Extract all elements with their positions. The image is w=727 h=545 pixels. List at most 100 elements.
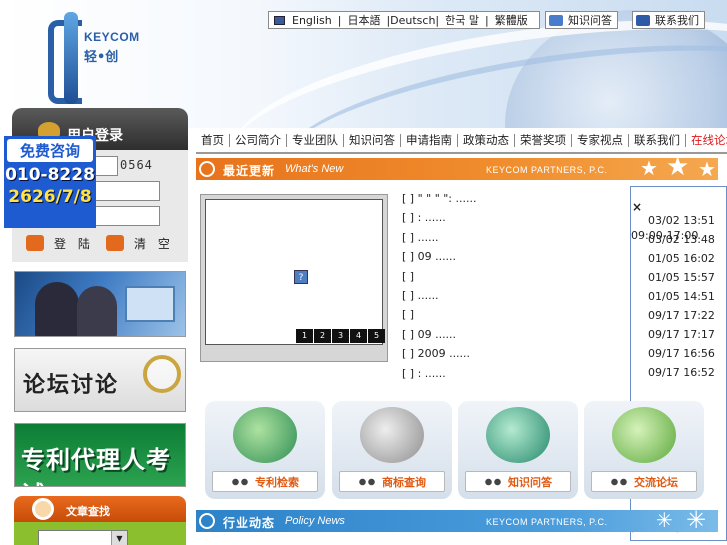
tile-qa-button[interactable]: 知识问答 <box>465 471 571 492</box>
chevron-down-icon: ▼ <box>111 531 127 545</box>
news-item[interactable]: [ ] " " " ": ...... <box>402 192 632 211</box>
lang-separator: | <box>485 13 489 27</box>
top-link-qa[interactable]: 知识问答 <box>545 11 618 29</box>
section-circle-icon <box>199 161 215 177</box>
exam-banner[interactable]: 专利代理人考试 <box>14 423 186 487</box>
phone-icon <box>360 407 424 463</box>
consult-title: 免费咨询 <box>7 139 93 162</box>
news-date: 01/05 16:02 <box>648 252 715 265</box>
contact-icon <box>636 14 650 26</box>
star-icon: ★ <box>640 156 658 180</box>
dots-icon <box>358 477 376 486</box>
article-search-title: 文章查找 <box>66 505 110 518</box>
tile-trademark-button[interactable]: 商标查询 <box>339 471 445 492</box>
tile-label: 专利检索 <box>255 475 299 489</box>
lang-traditional-chinese[interactable]: 繁體版 <box>492 12 531 28</box>
policy-news-subtitle: Policy News <box>285 515 345 527</box>
magnifier-icon <box>143 355 181 393</box>
star-icon: ★ <box>666 152 690 182</box>
news-item[interactable]: [ ] <box>402 270 632 289</box>
tile-trademark[interactable]: 商标查询 <box>332 401 452 499</box>
slider-page-5[interactable]: 5 <box>368 329 385 343</box>
dots-icon <box>231 477 249 486</box>
whats-new-header: 最近更新 What's New KEYCOM PARTNERS, P.C. ★ … <box>196 152 718 182</box>
login-button-label: 登 陆 <box>54 236 94 251</box>
broken-image-icon: ? <box>294 270 308 284</box>
article-search-header: 文章查找 <box>14 496 186 522</box>
firm-name: KEYCOM PARTNERS, P.C. <box>486 517 608 527</box>
key-icon <box>26 235 44 251</box>
tile-label: 交流论坛 <box>634 475 678 489</box>
tile-forum[interactable]: 交流论坛 <box>584 401 704 499</box>
news-date: 09/17 17:22 <box>648 309 715 322</box>
logo-brand-cn: 轻•创 <box>84 50 119 65</box>
news-item[interactable]: [ ] ...... <box>402 231 632 250</box>
news-date: 09/17 16:52 <box>648 366 715 379</box>
consult-phone-1: 010-8228 <box>5 165 95 185</box>
arrow-up-icon <box>106 235 124 251</box>
snowflake-icon: ✳ <box>656 508 673 532</box>
site-logo[interactable]: KEYCOM 轻•创 <box>48 12 140 104</box>
tile-forum-button[interactable]: 交流论坛 <box>591 471 697 492</box>
tile-label: 知识问答 <box>508 475 552 489</box>
main-nav: 首页 公司简介 专业团队 知识问答 申请指南 政策动态 荣誉奖项 专家视点 联系… <box>196 128 727 154</box>
star-icon: ★ <box>698 157 716 181</box>
news-image-slider[interactable]: ? 1 2 3 4 5 <box>200 194 388 362</box>
forum-banner[interactable]: 论坛讨论 <box>14 348 186 412</box>
consult-phone-2: 2626/7/8 <box>8 187 92 207</box>
logo-bar <box>64 12 78 104</box>
nav-team[interactable]: 专业团队 <box>286 133 343 147</box>
slider-page-2[interactable]: 2 <box>314 329 331 343</box>
news-date: 01/05 14:51 <box>648 290 715 303</box>
close-icon[interactable]: × <box>632 200 642 214</box>
lang-korean[interactable]: 한국 말 <box>442 12 482 28</box>
lang-english[interactable]: English <box>289 14 335 27</box>
news-item[interactable]: [ ] : ...... <box>402 367 632 386</box>
news-item[interactable]: [ ] 09 ...... <box>402 250 632 269</box>
slider-page-4[interactable]: 4 <box>350 329 367 343</box>
lang-japanese[interactable]: 日本語 <box>344 12 383 28</box>
screen-graphic <box>125 286 175 322</box>
top-link-contact[interactable]: 联系我们 <box>632 11 705 29</box>
person-graphic <box>35 282 79 336</box>
nav-home[interactable]: 首页 <box>196 133 229 147</box>
nav-honors[interactable]: 荣誉奖项 <box>514 133 571 147</box>
nav-qa[interactable]: 知识问答 <box>343 133 400 147</box>
login-button[interactable]: 登 陆 <box>26 232 94 254</box>
tile-qa[interactable]: 知识问答 <box>458 401 578 499</box>
joystick-icon <box>486 407 550 463</box>
nav-forum[interactable]: 在线论坛 <box>685 133 727 147</box>
nav-contact[interactable]: 联系我们 <box>628 133 685 147</box>
captcha-code: 0564 <box>120 158 153 172</box>
news-item[interactable]: [ ] <box>402 308 632 327</box>
slider-page-1[interactable]: 1 <box>296 329 313 343</box>
whats-new-subtitle: What's New <box>285 163 344 175</box>
nav-policy[interactable]: 政策动态 <box>457 133 514 147</box>
language-bar: English | 日本語 |Deutsch| 한국 말 | 繁體版 <box>268 11 540 29</box>
person-graphic-2 <box>77 286 117 336</box>
article-category-select[interactable]: ▼ <box>38 530 128 545</box>
tile-patent-search[interactable]: 专利检索 <box>205 401 325 499</box>
dots-icon <box>484 477 502 486</box>
slider-page-3[interactable]: 3 <box>332 329 349 343</box>
nav-about[interactable]: 公司简介 <box>229 133 286 147</box>
firm-name: KEYCOM PARTNERS, P.C. <box>486 165 608 175</box>
logo-brand: KEYCOM <box>84 30 140 44</box>
slider-image-frame: ? <box>205 199 383 345</box>
whats-new-title: 最近更新 <box>223 164 276 178</box>
tile-patent-search-button[interactable]: 专利检索 <box>212 471 318 492</box>
news-date: 01/05 15:57 <box>648 271 715 284</box>
lang-german[interactable]: |Deutsch| <box>383 14 442 27</box>
news-item[interactable]: [ ] 2009 ...... <box>402 347 632 366</box>
policy-news-header: 行业动态 Policy News KEYCOM PARTNERS, P.C. ✳… <box>196 506 718 534</box>
nav-guide[interactable]: 申请指南 <box>400 133 457 147</box>
clear-button[interactable]: 清 空 <box>106 232 174 254</box>
business-banner[interactable] <box>14 271 186 337</box>
news-item[interactable]: [ ] ...... <box>402 289 632 308</box>
news-date: 03/02 13:51 <box>648 214 715 227</box>
nav-experts[interactable]: 专家视点 <box>571 133 628 147</box>
news-date: 09/17 16:56 <box>648 347 715 360</box>
news-item[interactable]: [ ] : ...... <box>402 211 632 230</box>
news-item[interactable]: [ ] 09 ...... <box>402 328 632 347</box>
free-consult-badge[interactable]: 免费咨询 010-8228 2626/7/8 <box>4 136 96 228</box>
